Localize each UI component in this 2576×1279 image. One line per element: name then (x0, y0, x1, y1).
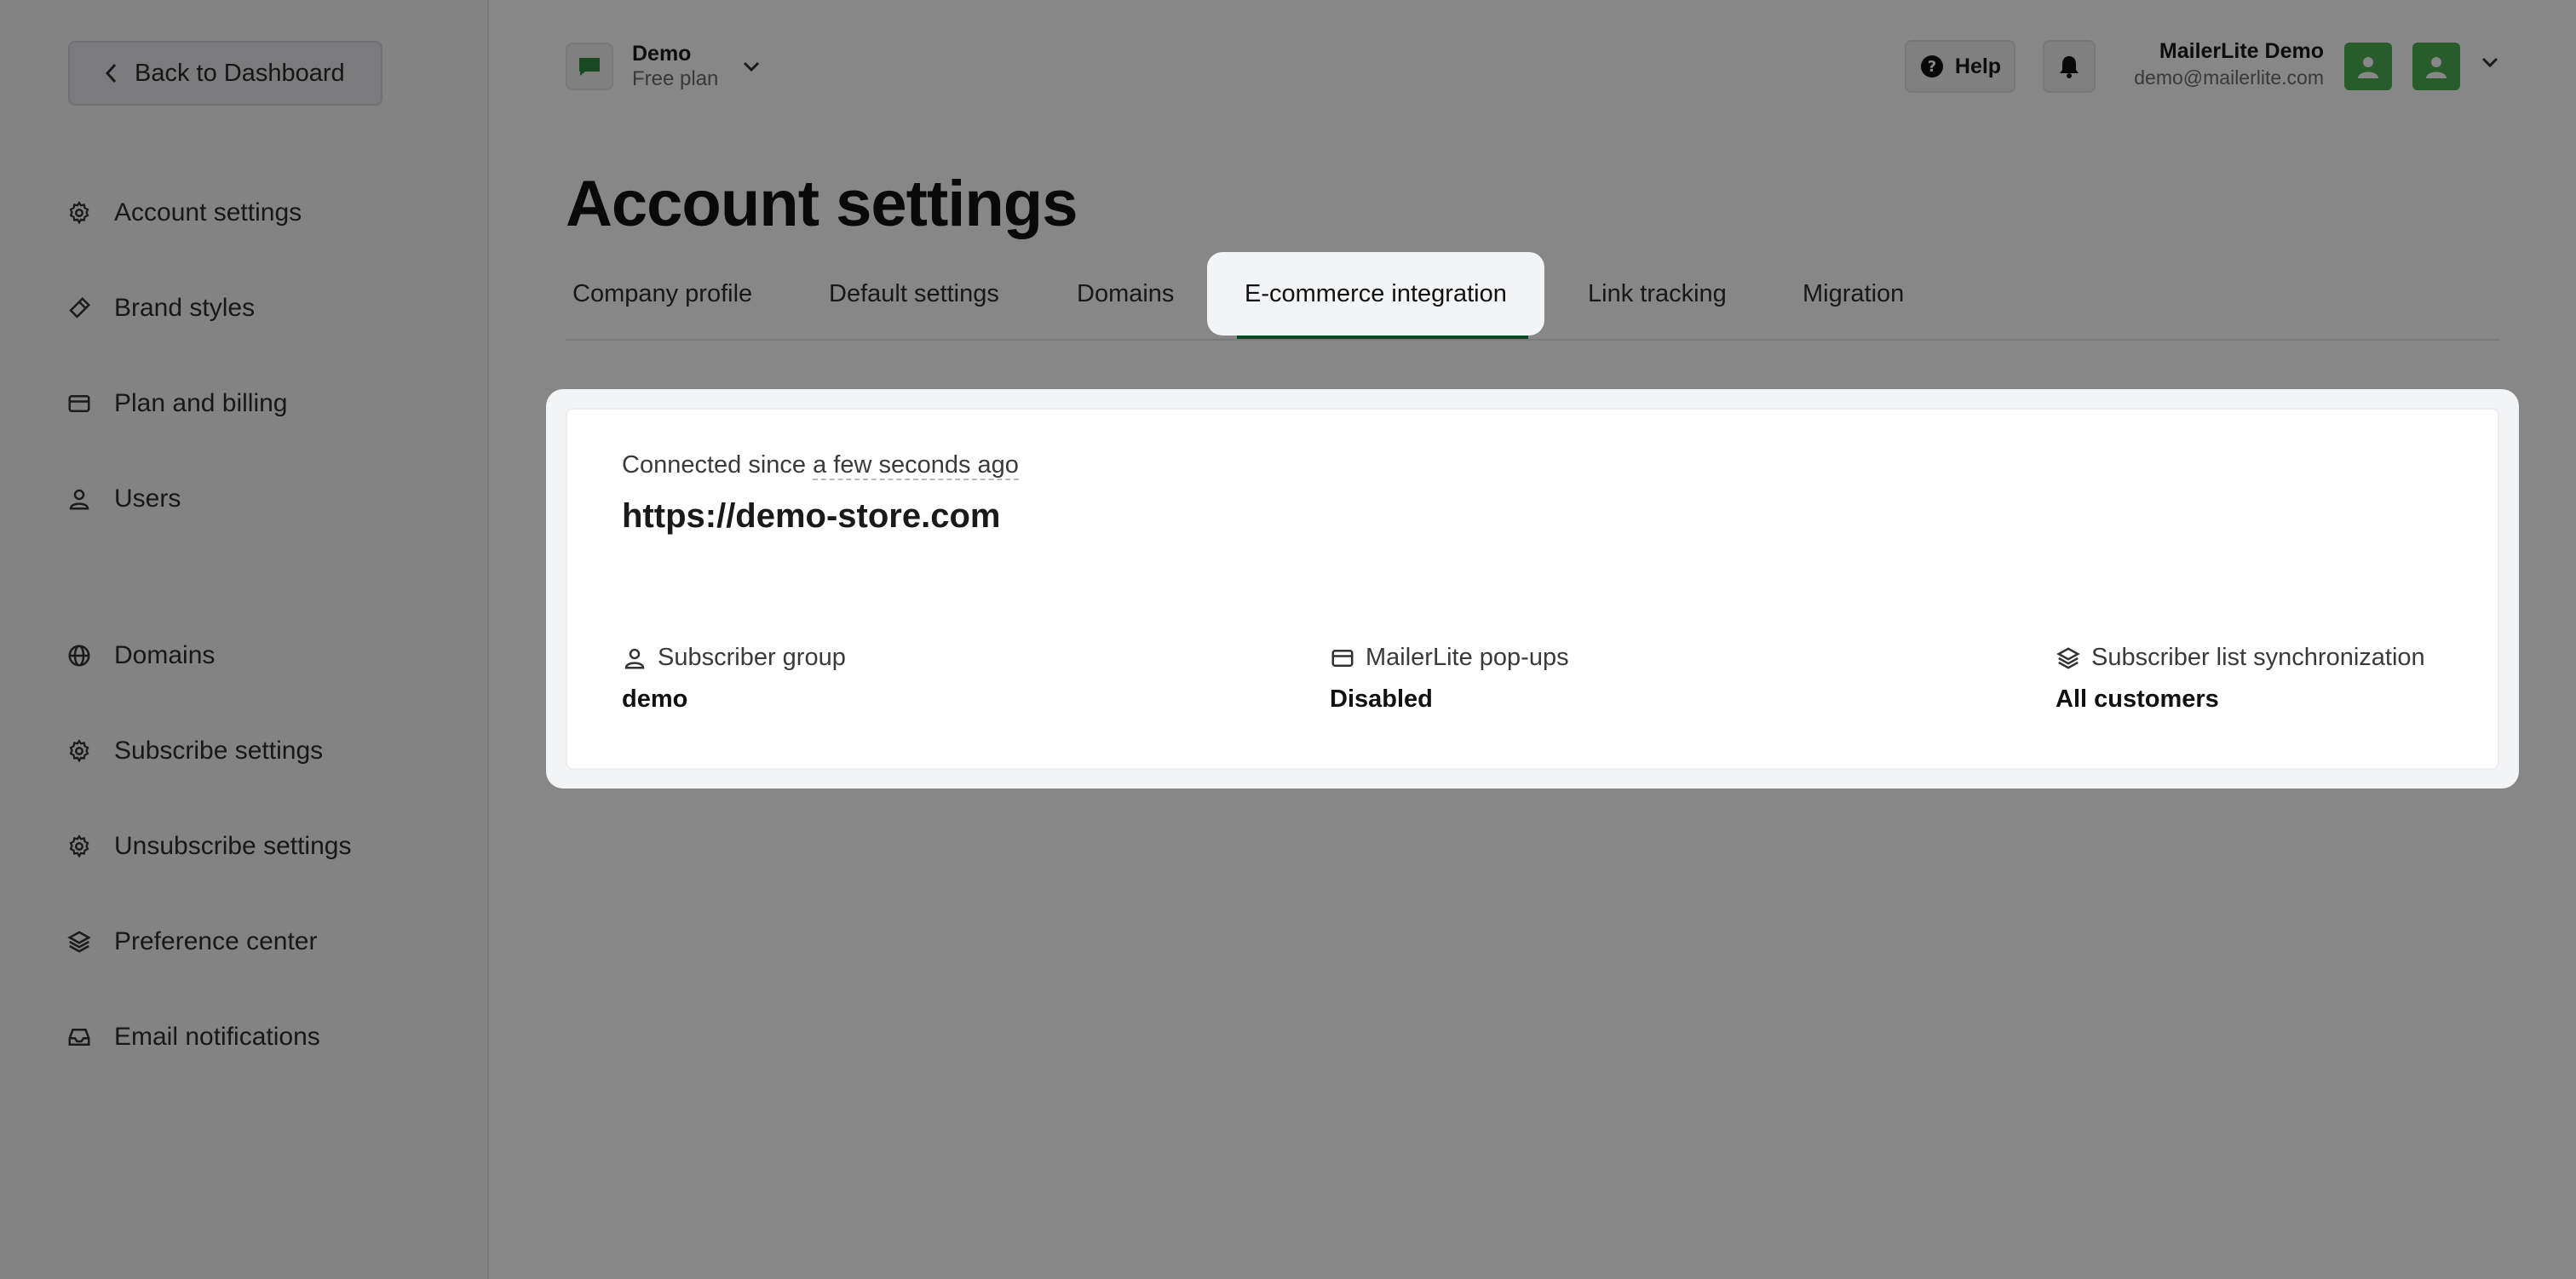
chevron-left-icon (105, 63, 117, 83)
help-label: Help (1954, 54, 2002, 78)
brush-icon (69, 296, 91, 318)
subscriber-group-info: Subscriber group demo (622, 644, 846, 714)
popups-info: MailerLite pop-ups Disabled (1330, 644, 1569, 714)
avatar-secondary[interactable] (2412, 43, 2460, 90)
back-to-dashboard-label: Back to Dashboard (135, 59, 345, 87)
help-button[interactable]: ? Help (1905, 40, 2015, 93)
sidebar-item-subscribe-settings[interactable]: Subscribe settings (66, 737, 323, 766)
user-icon (69, 489, 89, 510)
avatar[interactable] (2344, 43, 2392, 90)
chevron-down-icon (744, 61, 760, 72)
svg-text:?: ? (1928, 58, 1936, 76)
sidebar-item-unsubscribe-settings[interactable]: Unsubscribe settings (66, 832, 351, 861)
sidebar-item-label: Preference center (114, 927, 318, 955)
page-title: Account settings (566, 168, 1078, 240)
popups-label: MailerLite pop-ups (1366, 644, 1569, 671)
globe-icon (68, 645, 90, 667)
workspace-logo (566, 43, 613, 90)
tab-domains[interactable]: Domains (1077, 252, 1174, 336)
tab-link-tracking[interactable]: Link tracking (1588, 252, 1727, 336)
connected-status: Connected since a few seconds ago (622, 451, 1019, 480)
sidebar-item-preference-center[interactable]: Preference center (66, 927, 317, 956)
popups-value: Disabled (1330, 685, 1433, 713)
sync-label: Subscriber list synchronization (2091, 644, 2425, 671)
sidebar-item-account-settings[interactable]: Account settings (66, 198, 302, 227)
user-silhouette-icon (2358, 57, 2378, 78)
sidebar-item-label: Plan and billing (114, 389, 288, 417)
sidebar-item-label: Domains (114, 641, 216, 669)
sidebar-item-users[interactable]: Users (66, 485, 181, 513)
sidebar-item-domains[interactable]: Domains (66, 641, 215, 670)
subscriber-group-value: demo (622, 685, 688, 713)
sidebar-item-label: Email notifications (114, 1023, 320, 1051)
tab-company-profile[interactable]: Company profile (572, 252, 752, 336)
chevron-down-icon[interactable] (2481, 56, 2499, 68)
user-name: MailerLite Demo (2159, 39, 2324, 63)
sync-info: Subscriber list synchronization All cust… (2056, 644, 2425, 714)
back-to-dashboard-button[interactable]: Back to Dashboard (68, 41, 382, 106)
connected-time: a few seconds ago (813, 451, 1019, 480)
store-url: https://demo-store.com (622, 497, 1001, 535)
user-icon (624, 648, 645, 668)
user-email: demo@mailerlite.com (2134, 66, 2324, 89)
bell-icon (2060, 56, 2079, 78)
sidebar-item-brand-styles[interactable]: Brand styles (66, 294, 255, 323)
sidebar-item-plan-billing[interactable]: Plan and billing (66, 389, 287, 418)
gear-icon (69, 835, 89, 858)
gear-icon (69, 201, 89, 225)
inbox-icon (68, 1029, 90, 1046)
sidebar-item-email-notifications[interactable]: Email notifications (66, 1023, 320, 1052)
workspace-plan: Free plan (632, 67, 719, 90)
workspace-name: Demo (632, 42, 692, 66)
user-info[interactable]: MailerLite Demo demo@mailerlite.com (2134, 37, 2324, 90)
subscriber-group-label: Subscriber group (658, 644, 846, 671)
tab-default-settings[interactable]: Default settings (829, 252, 999, 336)
chat-bubble-icon (579, 58, 600, 76)
layers-icon (67, 931, 91, 953)
connected-prefix: Connected since (622, 451, 807, 479)
notifications-button[interactable] (2043, 40, 2096, 93)
layers-icon (2056, 646, 2080, 669)
sidebar-item-label: Account settings (114, 198, 302, 227)
sidebar: Back to Dashboard Account settings Brand… (0, 0, 489, 1279)
credit-card-icon (68, 395, 90, 412)
sidebar-item-label: Unsubscribe settings (114, 832, 352, 860)
user-silhouette-icon (2426, 57, 2447, 78)
question-circle-icon: ? (1920, 55, 1943, 77)
gear-icon (69, 739, 89, 763)
sidebar-item-label: Brand styles (114, 294, 256, 322)
workspace-switcher[interactable]: Demo Free plan (566, 41, 761, 92)
tab-ecommerce-integration[interactable]: E-commerce integration (1207, 252, 1544, 336)
tab-migration[interactable]: Migration (1803, 252, 1904, 336)
credit-card-icon (1331, 649, 1354, 667)
sync-value: All customers (2056, 685, 2219, 713)
sidebar-item-label: Subscribe settings (114, 737, 324, 765)
sidebar-item-label: Users (114, 485, 181, 513)
